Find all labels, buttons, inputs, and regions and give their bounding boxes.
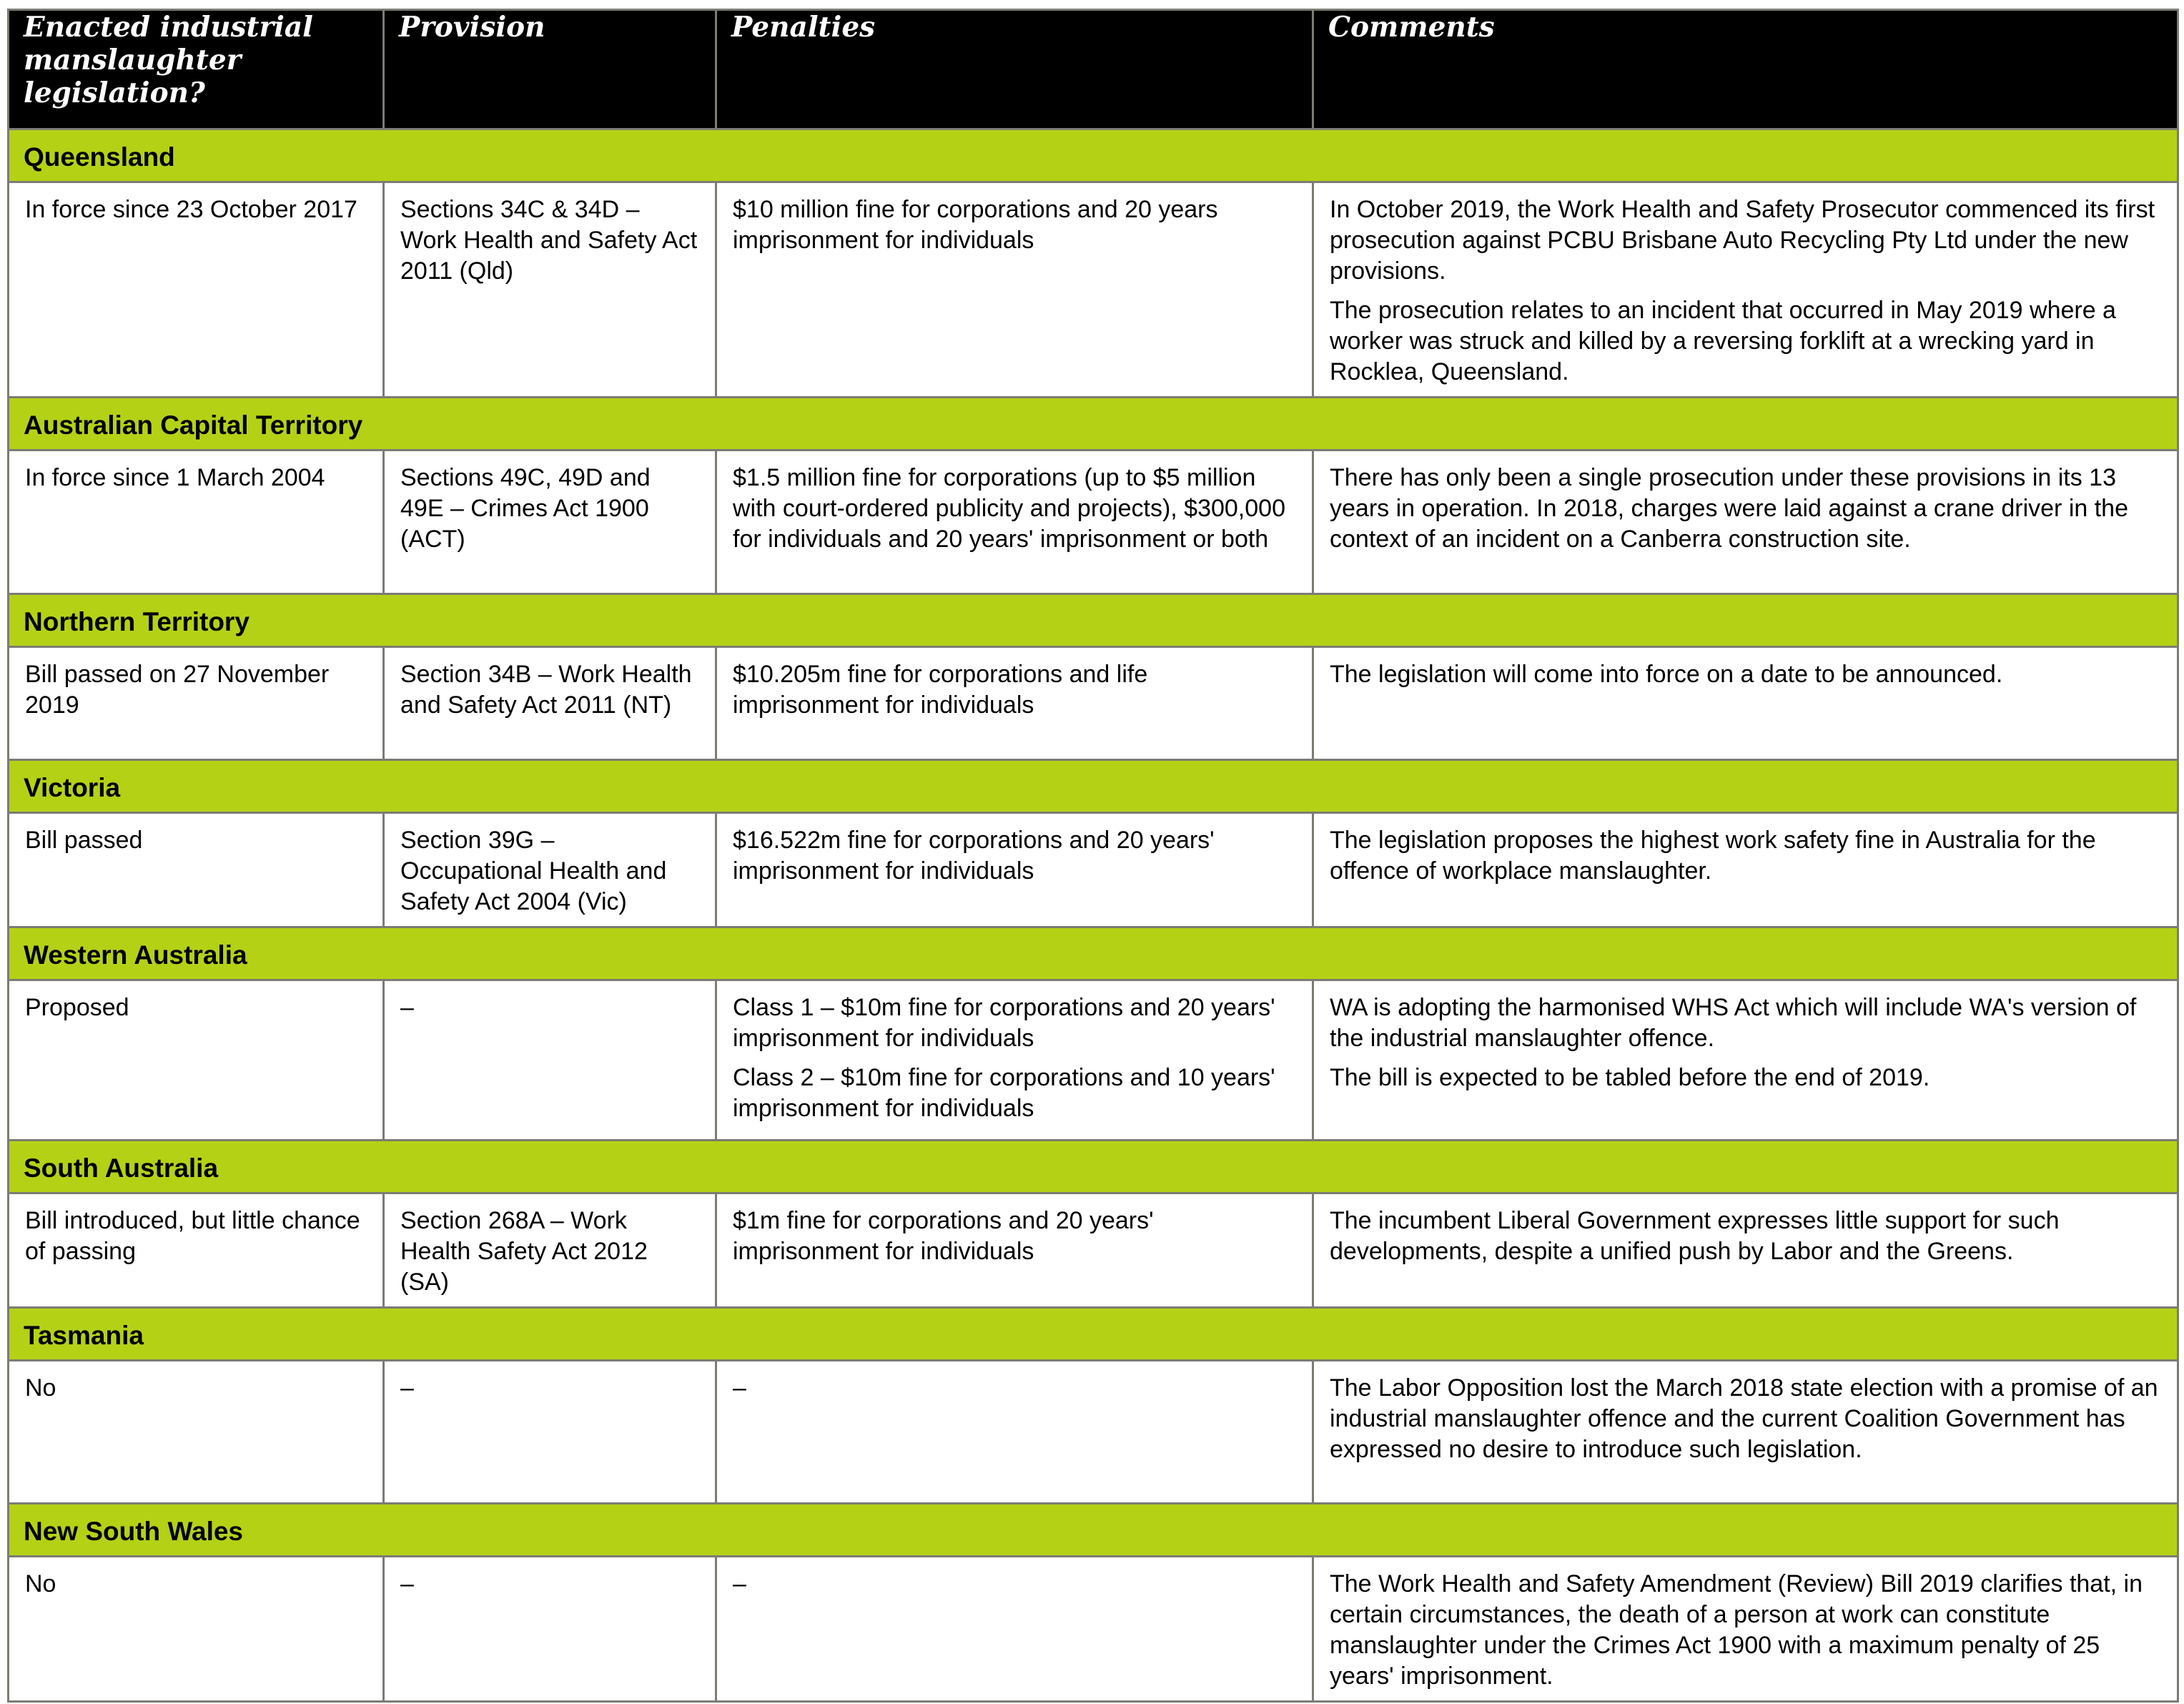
penalties-cell: – — [715, 1359, 1314, 1504]
jurisdiction-band-tasmania: Tasmania — [7, 1306, 2179, 1361]
header-row: Enacted industrial manslaughter legislat… — [7, 9, 2179, 130]
table-body: Queensland In force since 23 October 201… — [7, 128, 2179, 1703]
provision-cell: – — [382, 1359, 717, 1504]
penalties-cell: $10.205m fine for corporations and life … — [715, 646, 1314, 761]
header-comments: Comments — [1312, 9, 2179, 130]
comment-text: The bill is expected to be tabled before… — [1330, 1064, 1930, 1091]
penalties-cell: $1.5 million fine for corporations (up t… — [715, 449, 1314, 595]
page: Enacted industrial manslaughter legislat… — [7, 9, 2179, 1703]
jurisdiction-name: New South Wales — [7, 1502, 2179, 1557]
penalties-cell: $10 million fine for corporations and 20… — [715, 181, 1314, 398]
comment-text: WA is adopting the harmonised WHS Act wh… — [1330, 994, 2137, 1052]
penalties-cell: – — [715, 1555, 1314, 1703]
table-row: No – – The Work Health and Safety Amendm… — [7, 1555, 2179, 1703]
provision-cell: Section 268A – Work Health Safety Act 20… — [382, 1192, 717, 1309]
penalty-text: $10.205m fine for corporations and life … — [733, 661, 1148, 719]
table-row: Bill introduced, but little chance of pa… — [7, 1192, 2179, 1309]
provision-cell: Sections 49C, 49D and 49E – Crimes Act 1… — [382, 449, 717, 595]
jurisdiction-band-new-south-wales: New South Wales — [7, 1502, 2179, 1557]
comments-cell: The incumbent Liberal Government express… — [1312, 1192, 2179, 1309]
jurisdiction-name: Northern Territory — [7, 593, 2179, 648]
jurisdiction-band-western-australia: Western Australia — [7, 926, 2179, 981]
comment-text: The legislation proposes the highest wor… — [1330, 827, 2096, 885]
comments-cell: The legislation will come into force on … — [1312, 646, 2179, 761]
table-row: In force since 1 March 2004 Sections 49C… — [7, 449, 2179, 595]
jurisdiction-band-south-australia: South Australia — [7, 1139, 2179, 1194]
penalty-text: – — [733, 1570, 746, 1597]
comment-text: The prosecution relates to an incident t… — [1330, 297, 2116, 385]
table-row: Proposed – Class 1 – $10m fine for corpo… — [7, 979, 2179, 1141]
jurisdiction-band-act: Australian Capital Territory — [7, 396, 2179, 451]
penalty-text: Class 2 – $10m fine for corporations and… — [733, 1064, 1275, 1122]
jurisdiction-name: Western Australia — [7, 926, 2179, 981]
comments-cell: The Work Health and Safety Amendment (Re… — [1312, 1555, 2179, 1703]
comments-cell: The Labor Opposition lost the March 2018… — [1312, 1359, 2179, 1504]
provision-cell: Section 39G – Occupational Health and Sa… — [382, 812, 717, 928]
comment-text: In October 2019, the Work Health and Saf… — [1330, 196, 2155, 285]
penalty-text: Class 1 – $10m fine for corporations and… — [733, 994, 1275, 1052]
jurisdiction-name: Queensland — [7, 128, 2179, 183]
provision-cell: – — [382, 979, 717, 1141]
table-row: In force since 23 October 2017 Sections … — [7, 181, 2179, 398]
provision-cell: – — [382, 1555, 717, 1703]
penalties-cell: $1m fine for corporations and 20 years' … — [715, 1192, 1314, 1309]
table-header: Enacted industrial manslaughter legislat… — [7, 9, 2179, 130]
status-cell: No — [7, 1555, 385, 1703]
comment-text: There has only been a single prosecution… — [1330, 464, 2128, 553]
table-row: No – – The Labor Opposition lost the Mar… — [7, 1359, 2179, 1504]
status-cell: In force since 23 October 2017 — [7, 181, 385, 398]
status-cell: Bill introduced, but little chance of pa… — [7, 1192, 385, 1309]
jurisdiction-name: Tasmania — [7, 1306, 2179, 1361]
jurisdiction-band-queensland: Queensland — [7, 128, 2179, 183]
penalties-cell: $16.522m fine for corporations and 20 ye… — [715, 812, 1314, 928]
jurisdiction-name: Victoria — [7, 759, 2179, 814]
comments-cell: The legislation proposes the highest wor… — [1312, 812, 2179, 928]
comment-text: The Labor Opposition lost the March 2018… — [1330, 1374, 2158, 1463]
status-cell: Bill passed on 27 November 2019 — [7, 646, 385, 761]
comment-text: The incumbent Liberal Government express… — [1330, 1207, 2060, 1265]
provision-cell: Section 34B – Work Health and Safety Act… — [382, 646, 717, 761]
header-penalties: Penalties — [715, 9, 1314, 130]
jurisdiction-band-northern-territory: Northern Territory — [7, 593, 2179, 648]
comment-text: The Work Health and Safety Amendment (Re… — [1330, 1570, 2143, 1690]
penalty-text: – — [733, 1374, 746, 1402]
comments-cell: In October 2019, the Work Health and Saf… — [1312, 181, 2179, 398]
comments-cell: WA is adopting the harmonised WHS Act wh… — [1312, 979, 2179, 1141]
status-cell: Proposed — [7, 979, 385, 1141]
status-cell: In force since 1 March 2004 — [7, 449, 385, 595]
comment-text: The legislation will come into force on … — [1330, 661, 2003, 688]
table-row: Bill passed on 27 November 2019 Section … — [7, 646, 2179, 761]
status-cell: No — [7, 1359, 385, 1504]
legislation-table: Enacted industrial manslaughter legislat… — [7, 9, 2179, 1703]
provision-cell: Sections 34C & 34D – Work Health and Saf… — [382, 181, 717, 398]
penalty-text: $16.522m fine for corporations and 20 ye… — [733, 827, 1215, 885]
header-provision: Provision — [382, 9, 717, 130]
penalty-text: $1.5 million fine for corporations (up t… — [733, 464, 1285, 553]
penalty-text: $1m fine for corporations and 20 years' … — [733, 1207, 1154, 1265]
penalty-text: $10 million fine for corporations and 20… — [733, 196, 1218, 254]
table-row: Bill passed Section 39G – Occupational H… — [7, 812, 2179, 928]
comments-cell: There has only been a single prosecution… — [1312, 449, 2179, 595]
header-enacted: Enacted industrial manslaughter legislat… — [7, 9, 385, 130]
jurisdiction-name: South Australia — [7, 1139, 2179, 1194]
jurisdiction-name: Australian Capital Territory — [7, 396, 2179, 451]
penalties-cell: Class 1 – $10m fine for corporations and… — [715, 979, 1314, 1141]
status-cell: Bill passed — [7, 812, 385, 928]
jurisdiction-band-victoria: Victoria — [7, 759, 2179, 814]
